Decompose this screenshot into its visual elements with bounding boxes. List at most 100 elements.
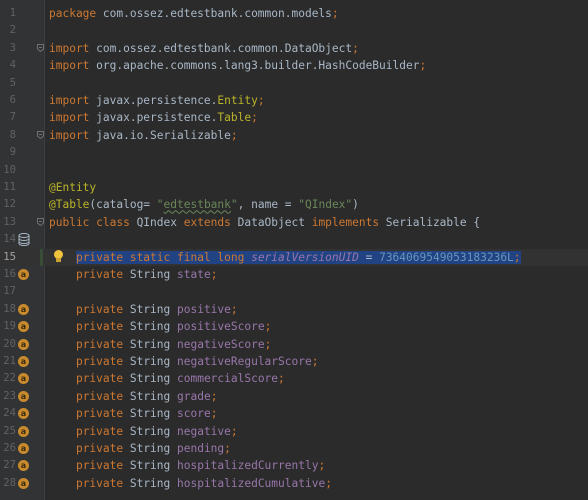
code-token: positiveScore [177, 320, 265, 334]
code-token: ; [352, 41, 359, 55]
code-line[interactable]: 4 import org.apache.commons.lang3.builder… [0, 57, 588, 74]
code-line[interactable]: 7 import javax.persistence.Table; [0, 109, 588, 126]
code-line[interactable]: 21 a private String negativeRegularScore; [0, 353, 588, 370]
line-number: 7 [9, 111, 16, 124]
code-text[interactable]: private static final long serialVersionU… [49, 249, 521, 266]
code-line[interactable]: 13 public class QIndex extends DataObject… [0, 214, 588, 231]
code-line[interactable]: 9 [0, 144, 588, 161]
code-text[interactable]: private String hospitalizedCurrently; [49, 457, 325, 474]
code-token: Table [217, 111, 252, 125]
code-line[interactable]: 6 import javax.persistence.Entity; [0, 92, 588, 109]
code-line[interactable]: 1 package com.ossez.edtestbank.common.mod… [0, 5, 588, 22]
field-annotation-icon[interactable]: a [18, 303, 29, 315]
code-token: negativeScore [177, 337, 265, 351]
code-text[interactable]: import com.ossez.edtestbank.common.DataO… [49, 40, 359, 57]
code-line[interactable]: 11 @Entity [0, 179, 588, 196]
code-token: String [129, 459, 177, 473]
field-annotation-icon[interactable]: a [18, 390, 29, 402]
field-annotation-icon[interactable]: a [18, 460, 29, 472]
code-token: @Entity [49, 181, 97, 194]
code-token: public class [49, 215, 137, 229]
code-line[interactable]: 12 @Table(catalog= "edtestbank", name = "… [0, 196, 588, 213]
code-line[interactable]: 15 private static final long serialVersi… [0, 248, 588, 266]
code-text[interactable]: private String hospitalizedCumulative; [49, 475, 332, 492]
code-editor[interactable]: 1 package com.ossez.edtestbank.common.mod… [0, 0, 588, 500]
code-line[interactable]: 18 a private String positive; [0, 301, 588, 318]
code-line[interactable]: 2 [0, 22, 588, 39]
code-text[interactable]: import javax.persistence.Table; [49, 109, 258, 126]
code-text[interactable]: private String negativeScore; [49, 336, 271, 353]
field-annotation-icon[interactable]: a [18, 425, 29, 437]
code-text[interactable]: import java.io.Serializable; [49, 127, 238, 144]
field-annotation-icon[interactable]: a [18, 321, 29, 333]
code-line[interactable]: 20 a private String negativeScore; [0, 336, 588, 353]
code-text[interactable]: @Entity [49, 179, 96, 196]
fold-toggle-icon[interactable] [37, 217, 44, 226]
code-token: String [129, 268, 177, 281]
code-line[interactable]: 3 import com.ossez.edtestbank.common.Data… [0, 40, 588, 57]
code-text[interactable]: private String negativeRegularScore; [49, 353, 319, 370]
code-token: org.apache.commons.lang3.builder.HashCod… [96, 59, 420, 73]
field-annotation-icon[interactable]: a [18, 269, 29, 280]
code-text[interactable]: import javax.persistence.Entity; [49, 92, 265, 109]
line-number: 9 [9, 146, 16, 159]
field-annotation-icon[interactable]: a [18, 373, 29, 385]
code-line[interactable]: 8 import java.io.Serializable; [0, 127, 588, 144]
code-token: implements [311, 215, 386, 229]
field-annotation-icon[interactable]: a [18, 356, 29, 367]
code-text[interactable]: private String negative; [49, 423, 238, 440]
field-annotation-icon[interactable]: a [18, 443, 29, 454]
code-token: ; [264, 320, 272, 334]
code-line[interactable]: 19 a private String positiveScore; [0, 318, 588, 335]
code-line[interactable]: 14 [0, 231, 588, 248]
field-annotation-icon[interactable]: a [18, 477, 29, 489]
code-token: private [75, 476, 130, 490]
code-token: java.io.Serializable [96, 128, 231, 142]
code-text[interactable]: private String commercialScore; [49, 370, 285, 387]
code-text[interactable]: private String positive; [49, 301, 238, 318]
code-line[interactable]: 28 a private String hospitalizedCumulativ… [0, 475, 588, 492]
code-line[interactable]: 16 a private String state; [0, 266, 588, 283]
code-text[interactable]: private String grade; [49, 388, 217, 405]
line-number: 12 [3, 198, 16, 211]
code-text[interactable]: private String score; [49, 405, 217, 422]
code-text[interactable]: import org.apache.commons.lang3.builder.… [49, 57, 426, 74]
line-number: 19 [3, 320, 16, 333]
field-annotation-icon[interactable]: a [18, 408, 29, 420]
code-text[interactable]: public class QIndex extends DataObject i… [49, 214, 480, 231]
database-icon[interactable] [18, 233, 30, 247]
code-token: private [75, 355, 130, 368]
code-line[interactable]: 10 [0, 162, 588, 179]
code-text[interactable]: @Table(catalog= "edtestbank", name = "QI… [49, 196, 359, 213]
code-line[interactable]: 27 a private String hospitalizedCurrently… [0, 457, 588, 474]
code-token: com.ossez.edtestbank.common.DataObject [96, 41, 353, 55]
code-token: state [177, 268, 211, 281]
code-text[interactable]: package com.ossez.edtestbank.common.mode… [49, 5, 339, 22]
code-token: ; [230, 302, 238, 316]
code-line[interactable]: 22 a private String commercialScore; [0, 370, 588, 387]
code-token: edtestbank [163, 198, 231, 212]
field-annotation-icon[interactable]: a [18, 338, 29, 350]
code-line[interactable]: 5 [0, 75, 588, 92]
code-line[interactable]: 23 a private String grade; [0, 388, 588, 405]
code-text[interactable]: private String state; [49, 266, 217, 283]
code-token: private [75, 442, 130, 455]
fold-toggle-icon[interactable] [37, 130, 44, 139]
code-line[interactable]: 26 a private String pending; [0, 440, 588, 457]
line-number: 2 [9, 24, 16, 37]
code-line[interactable]: 24 a private String score; [0, 405, 588, 422]
code-text[interactable]: private String positiveScore; [49, 318, 271, 335]
code-line[interactable]: 25 a private String negative; [0, 423, 588, 440]
code-text[interactable]: private String pending; [49, 440, 231, 457]
line-number: 23 [3, 389, 16, 402]
code-token: package [49, 7, 103, 20]
code-line[interactable]: 17 [0, 283, 588, 300]
fold-toggle-icon[interactable] [37, 43, 44, 52]
